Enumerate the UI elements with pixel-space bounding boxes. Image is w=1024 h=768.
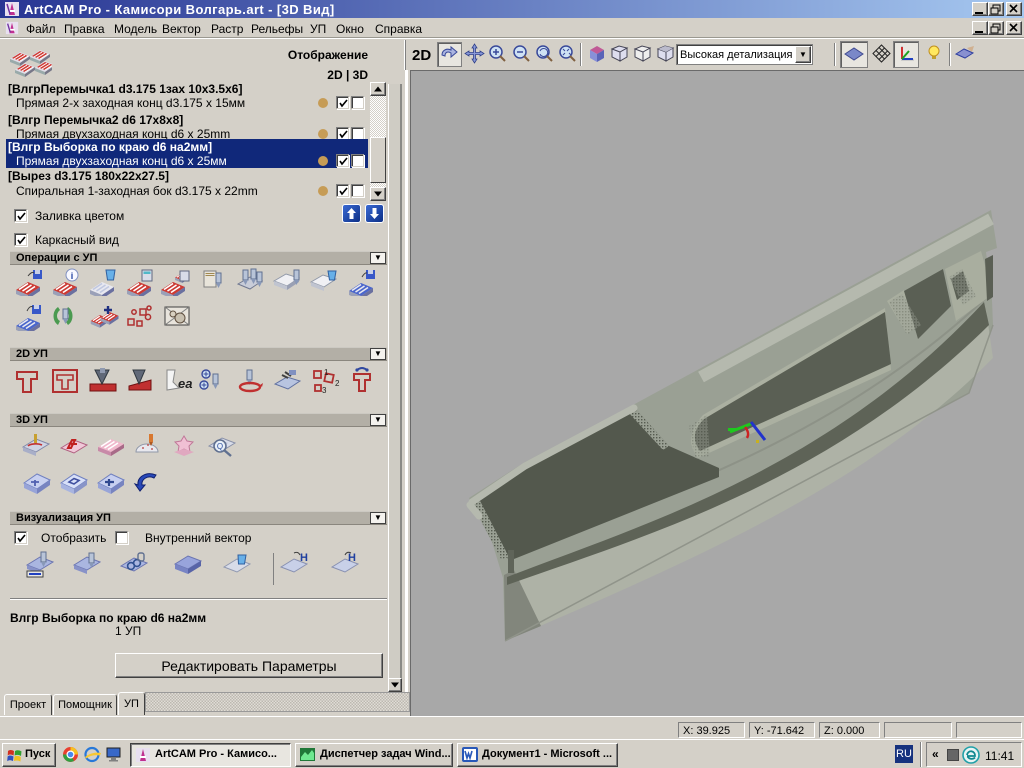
svg-text:H: H bbox=[348, 552, 356, 564]
svg-text:1: 1 bbox=[324, 368, 329, 377]
svg-text:Q: Q bbox=[217, 442, 223, 451]
svg-text:3: 3 bbox=[322, 386, 327, 394]
svg-text:ea: ea bbox=[178, 376, 192, 391]
svg-text:i: i bbox=[71, 271, 74, 281]
svg-text:2: 2 bbox=[335, 379, 340, 388]
svg-text:H: H bbox=[300, 552, 308, 564]
